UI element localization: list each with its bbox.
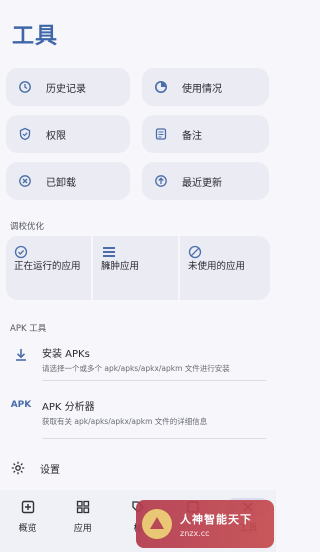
tuning-section-title: 调校优化 xyxy=(10,222,45,232)
page-title: 工具 xyxy=(12,24,59,49)
unused-apps-label: 未使用的应用 xyxy=(188,261,246,272)
block-icon xyxy=(188,244,204,259)
recent-updates-card[interactable]: 最近更新 xyxy=(142,162,269,200)
note-icon xyxy=(154,127,168,141)
update-icon xyxy=(154,174,168,188)
watermark-url: znzx.cc xyxy=(180,528,210,538)
nav-apps-label: 应用 xyxy=(73,524,92,534)
grid-icon xyxy=(68,498,98,516)
usage-card[interactable]: 使用情况 xyxy=(142,68,269,106)
uninstalled-icon xyxy=(18,174,32,188)
bloatware-label: 臃肿应用 xyxy=(101,261,140,272)
apk-analyzer-item[interactable]: APK APK 分析器 获取有关 apk/apks/apkx/apkm 文件的详… xyxy=(10,398,266,427)
bloatware-tile[interactable]: 臃肿应用 xyxy=(93,236,178,300)
history-card[interactable]: 历史记录 xyxy=(6,68,130,106)
notes-label: 备注 xyxy=(182,130,202,142)
uninstalled-label: 已卸载 xyxy=(46,177,76,189)
nav-apps[interactable]: 应用 xyxy=(55,490,110,552)
nav-overview-label: 概览 xyxy=(18,524,37,534)
usage-label: 使用情况 xyxy=(182,83,222,95)
nav-overview[interactable]: 概览 xyxy=(0,490,55,552)
install-apks-item[interactable]: 安装 APKs 请选择一个或多个 apk/apks/apkx/apkm 文件进行… xyxy=(10,345,266,374)
apk-analyzer-title: APK 分析器 xyxy=(42,402,95,413)
plus-square-icon xyxy=(13,498,43,516)
running-apps-label: 正在运行的应用 xyxy=(14,261,81,272)
settings-label: 设置 xyxy=(40,464,60,476)
notes-card[interactable]: 备注 xyxy=(142,115,269,153)
watermark-logo-icon xyxy=(142,509,172,539)
unused-apps-tile[interactable]: 未使用的应用 xyxy=(180,236,270,300)
settings-item[interactable]: 设置 xyxy=(10,460,60,476)
watermark-overlay: 人神智能天下 znzx.cc xyxy=(136,500,274,548)
apk-icon: APK xyxy=(10,400,32,410)
history-label: 历史记录 xyxy=(46,83,86,95)
download-icon xyxy=(10,345,32,374)
pie-chart-icon xyxy=(154,80,168,94)
install-apks-desc: 请选择一个或多个 apk/apks/apkx/apkm 文件进行安装 xyxy=(42,364,230,373)
check-circle-icon xyxy=(14,244,30,259)
divider xyxy=(42,380,266,381)
divider xyxy=(42,438,266,439)
list-icon xyxy=(101,244,117,258)
history-icon xyxy=(18,80,32,94)
watermark-title: 人神智能天下 xyxy=(180,512,252,526)
uninstalled-card[interactable]: 已卸载 xyxy=(6,162,130,200)
apk-section-title: APK 工具 xyxy=(10,324,47,334)
install-apks-title: 安装 APKs xyxy=(42,349,90,360)
permissions-label: 权限 xyxy=(46,130,66,142)
permissions-card[interactable]: 权限 xyxy=(6,115,130,153)
apk-analyzer-desc: 获取有关 apk/apks/apkx/apkm 文件的详细信息 xyxy=(42,417,208,426)
gear-icon xyxy=(10,460,26,476)
running-apps-tile[interactable]: 正在运行的应用 xyxy=(6,236,91,300)
shield-icon xyxy=(18,127,32,141)
recent-updates-label: 最近更新 xyxy=(182,177,222,189)
